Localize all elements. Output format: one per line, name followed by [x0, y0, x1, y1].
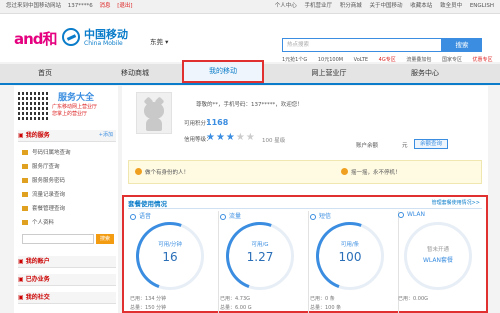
sidebar-service-item[interactable]: 套餐管理查询	[22, 204, 65, 212]
nav-service-center[interactable]: 服务中心	[392, 64, 458, 83]
wlan-package-link: WLAN套餐	[422, 257, 453, 264]
sidebar-service-item[interactable]: 个人资料	[22, 218, 54, 226]
hot-link[interactable]: 10元100M	[318, 57, 343, 63]
credit-text: 100 星级	[262, 138, 286, 144]
balance-query-button[interactable]: 余额查询	[414, 139, 448, 149]
usage-value: 100	[338, 250, 362, 264]
hot-link[interactable]: 优惠专区	[473, 57, 493, 63]
points-mall-link[interactable]: 积分商城	[340, 3, 362, 9]
usage-ring: 暂未开通 WLAN套餐	[404, 222, 472, 290]
service-subtitle: 广东移动网上营业厅 您掌上的营业厅	[52, 104, 98, 117]
staff-link[interactable]: 致全员中	[440, 3, 462, 9]
usage-value: 1.27	[246, 250, 274, 264]
top-utility-bar: 您过来到中国移动网站 137****6 消息 [退出] 个人中心 手机营业厅 积…	[0, 0, 500, 14]
usage-ring: 可用/条 100	[304, 210, 396, 302]
main-nav: 首页 移动商城 我的移动 网上营业厅 服务中心	[0, 60, 500, 85]
mobile-hall-link[interactable]: 手机营业厅	[305, 3, 333, 9]
service-icon	[22, 150, 28, 155]
sidebar-section-social[interactable]: ▣ 我的社交	[18, 292, 116, 304]
balance-label: 账户余额	[356, 143, 379, 149]
bulb-icon	[135, 168, 142, 175]
notice-bar: 做个有身份的人！ 摇一摇，永不停机！	[128, 160, 482, 184]
usage-value: 16	[162, 250, 178, 264]
sidebar-service-item[interactable]: 号码归属地查询	[22, 148, 71, 156]
hot-link[interactable]: VoLTE	[354, 57, 368, 63]
user-phone[interactable]: 137****6	[68, 3, 95, 9]
english-link[interactable]: ENGLISH	[470, 3, 494, 9]
about-link[interactable]: 关于中国移动	[370, 3, 403, 9]
user-avatar[interactable]	[136, 92, 172, 134]
data-icon	[220, 213, 226, 220]
site-header: and和 中国移动 China Mobile 东莞 ▾ 热点搜索 搜索 1元抢1…	[0, 14, 500, 63]
personal-center-link[interactable]: 个人中心	[275, 3, 297, 9]
service-icon	[22, 220, 28, 225]
hot-link[interactable]: 流量叠加包	[406, 57, 431, 63]
user-greeting: 尊敬的**，手机号码：137*****，欢迎您！	[196, 102, 303, 108]
nav-mall[interactable]: 移动商城	[104, 64, 166, 83]
hot-links: 1元抢1个G 10元100M VoLTE 4G专区 流量叠加包 国家专区 优惠专…	[282, 56, 500, 63]
hot-link[interactable]: 1元抢1个G	[282, 57, 307, 63]
usage-ring: 可用/G 1.27	[214, 210, 306, 302]
sidebar-search-button[interactable]: 搜索	[96, 234, 114, 244]
service-icon	[22, 192, 28, 197]
sidebar-section-account[interactable]: ▣ 我的账户	[18, 256, 116, 268]
sms-icon	[310, 213, 316, 220]
balance-unit: 元	[402, 143, 408, 149]
usage-manage-link[interactable]: 管理套餐使用情况>>	[432, 199, 480, 206]
search-button[interactable]: 搜索	[442, 38, 482, 52]
sidebar-service-item[interactable]: 流量记录查询	[22, 190, 65, 198]
points-value: 1168	[206, 118, 229, 127]
nav-online-hall[interactable]: 网上营业厅	[296, 64, 362, 83]
china-mobile-icon	[62, 28, 80, 46]
hot-link[interactable]: 国家专区	[442, 57, 462, 63]
add-service-link[interactable]: +添加	[99, 130, 113, 141]
service-icon	[22, 206, 28, 211]
sidebar-section-business[interactable]: ▣ 已办业务	[18, 274, 116, 286]
sidebar-service-item[interactable]: 服务服务密码	[22, 176, 65, 184]
and-logo[interactable]: and和	[14, 28, 58, 49]
sidebar: 服务大全 广东移动网上营业厅 您掌上的营业厅 ▣ 我的服务 +添加 号码归属地查…	[14, 86, 118, 313]
usage-card-wlan[interactable]: WLAN 暂未开通 WLAN套餐 已用：0.00G	[398, 211, 486, 313]
usage-header: 套餐使用情况 管理套餐使用情况>>	[128, 197, 482, 209]
service-icon	[22, 178, 28, 183]
sidebar-service-item[interactable]: 服务厅查询	[22, 162, 60, 170]
my-services-header: ▣ 我的服务 +添加	[18, 130, 116, 142]
sidebar-search-input[interactable]	[22, 234, 94, 244]
hot-link[interactable]: 4G专区	[379, 57, 396, 63]
shake-icon	[341, 168, 348, 175]
usage-card-sms[interactable]: 短信 可用/条 100 已用：0 条 总量：100 条	[304, 210, 399, 313]
service-title[interactable]: 服务大全	[58, 90, 94, 103]
usage-title: 套餐使用情况	[128, 200, 167, 208]
nav-home[interactable]: 首页	[14, 64, 76, 83]
notice-left[interactable]: 做个有身份的人！	[145, 168, 189, 176]
welcome-text: 您过来到中国移动网站	[6, 3, 62, 9]
brand-name-en: China Mobile	[84, 40, 123, 47]
usage-ring: 可用/分钟 16	[124, 210, 216, 302]
city-selector[interactable]: 东莞 ▾	[150, 36, 168, 46]
usage-card-voice[interactable]: 语音 可用/分钟 16 已用：134 分钟 总量：150 分钟	[124, 210, 219, 313]
usage-card-data[interactable]: 流量 可用/G 1.27 已用：4.73G 总量：6.00 G	[214, 210, 309, 313]
credit-stars: ★★★★★	[206, 132, 256, 143]
search-input[interactable]: 热点搜索	[282, 38, 442, 52]
wifi-icon	[398, 211, 404, 218]
logout-link[interactable]: [退出]	[117, 3, 132, 9]
nav-my-mobile[interactable]: 我的移动	[182, 60, 264, 83]
phone-icon	[130, 213, 136, 220]
service-icon	[22, 164, 28, 169]
notice-right[interactable]: 摇一摇，永不停机！	[351, 168, 401, 176]
messages-link[interactable]: 消息	[100, 3, 111, 9]
favorite-link[interactable]: 收藏本站	[410, 3, 432, 9]
